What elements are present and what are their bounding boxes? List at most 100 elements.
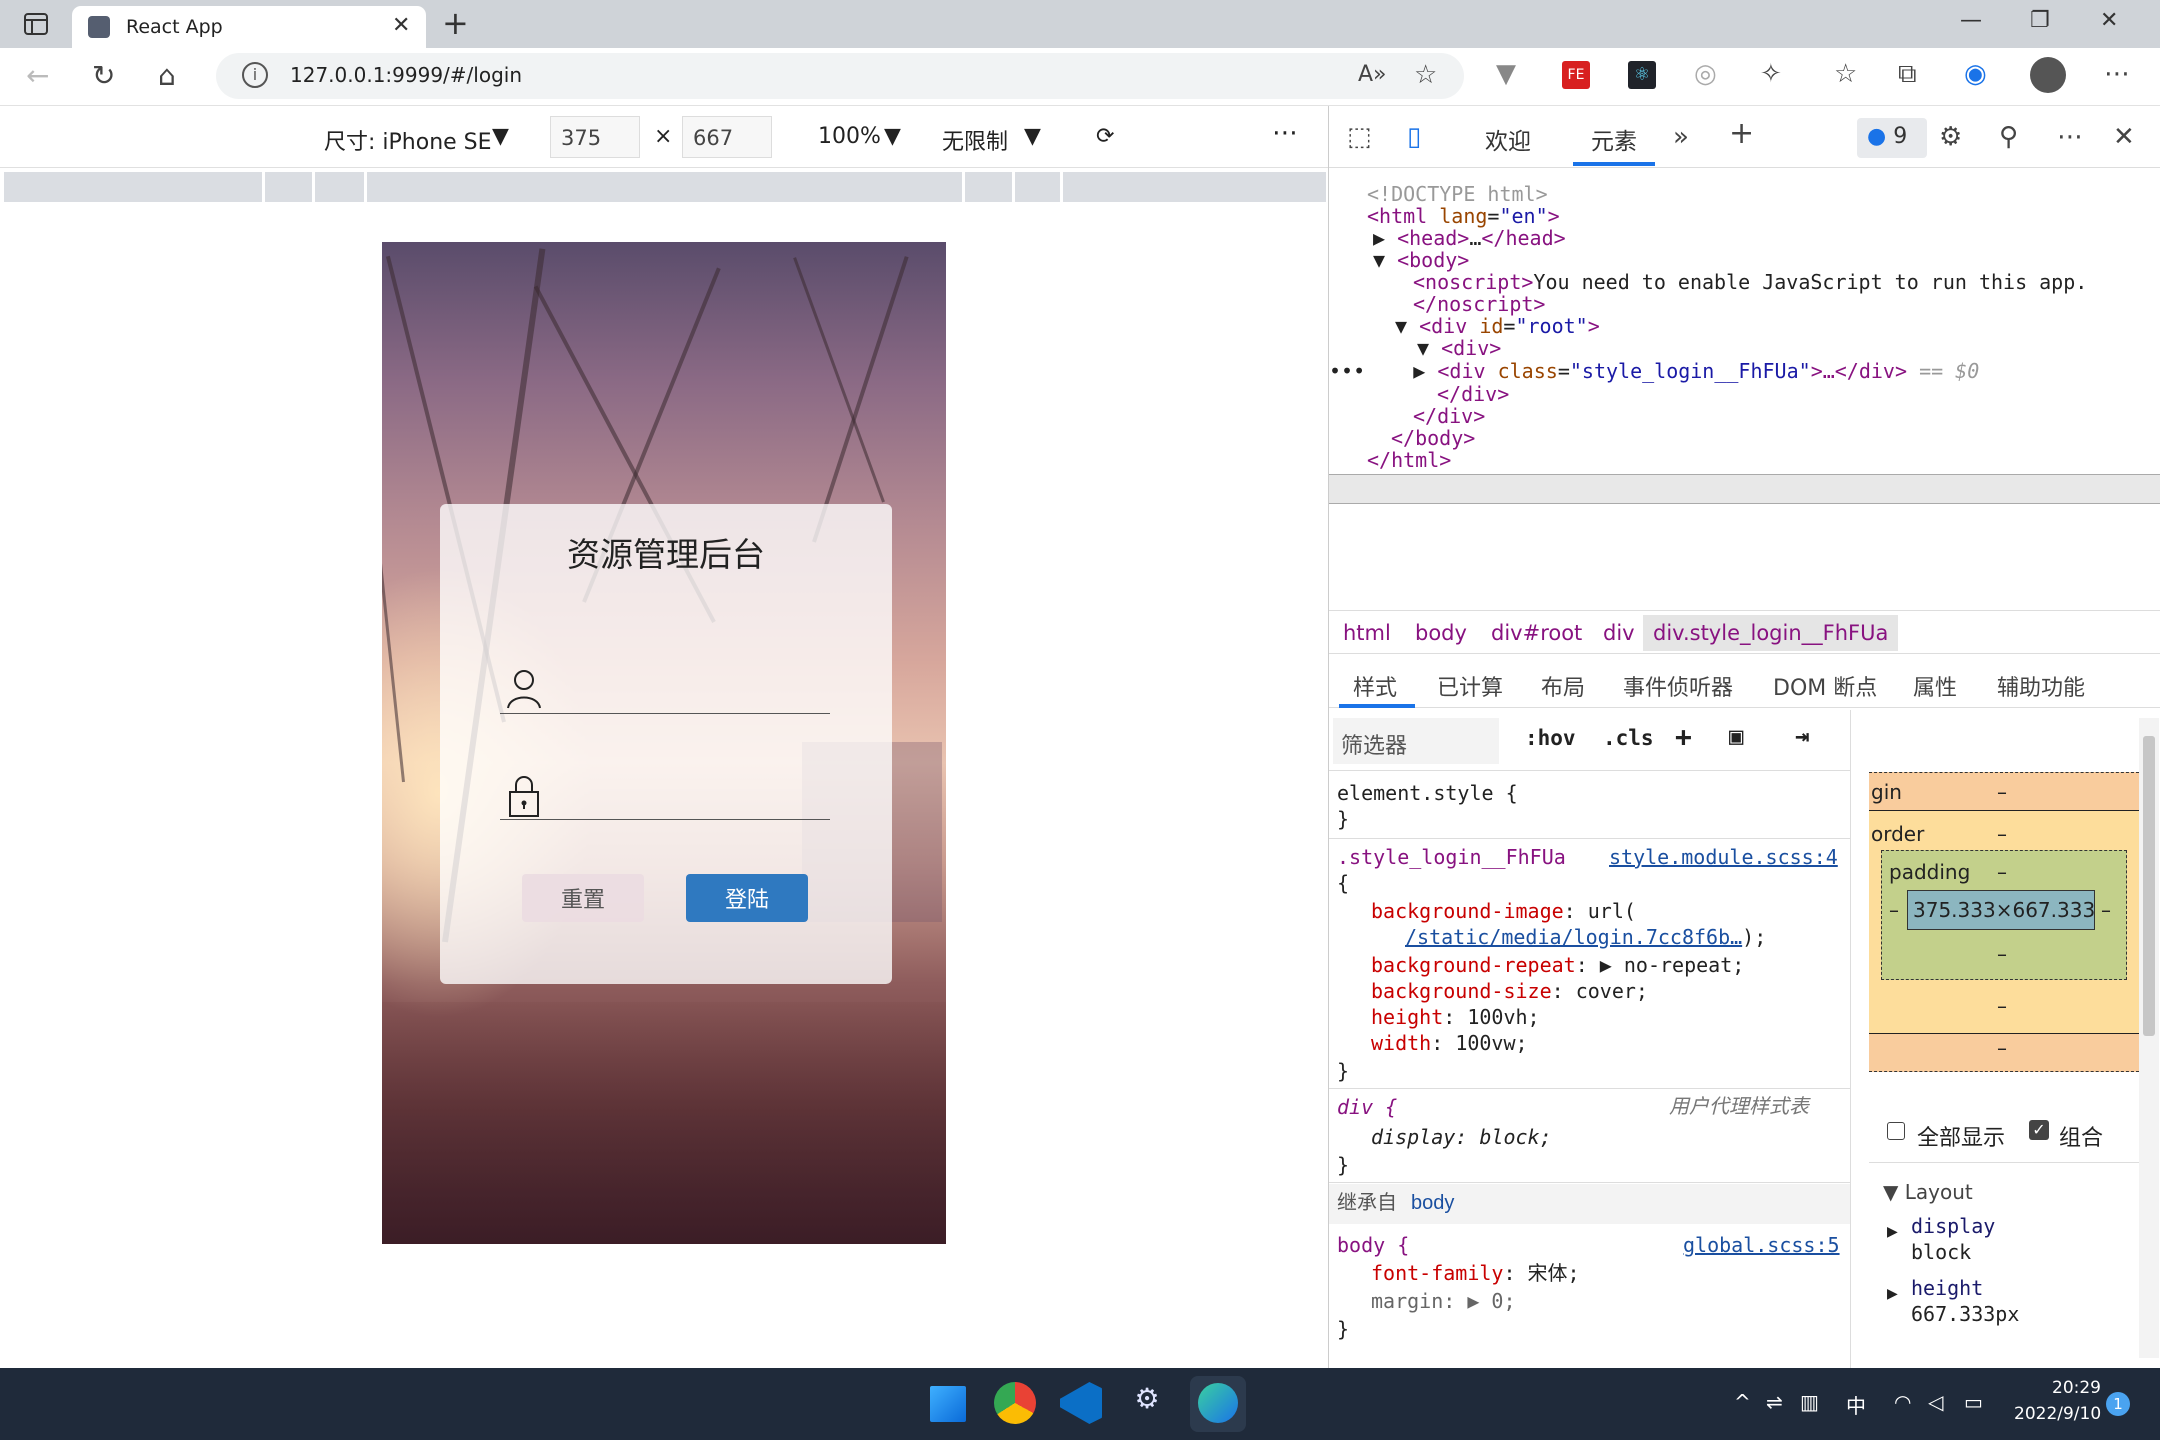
start-icon[interactable] xyxy=(930,1386,966,1422)
battery-icon[interactable]: ▭ xyxy=(1964,1390,1983,1414)
tray-app-icon[interactable]: ⇌ xyxy=(1766,1390,1783,1414)
css-declaration[interactable]: height: 100vh; xyxy=(1371,1004,1540,1031)
notification-badge[interactable]: 1 xyxy=(2106,1392,2130,1416)
breadcrumb-item-active[interactable]: div.style_login__FhFUa xyxy=(1643,615,1899,651)
tab-actions-icon[interactable] xyxy=(22,10,52,38)
height-input[interactable]: 667 xyxy=(682,116,772,158)
issues-badge[interactable]: ● 9 xyxy=(1857,118,1927,158)
url-text[interactable]: 127.0.0.1:9999/#/login xyxy=(290,63,522,87)
css-url[interactable]: /static/media/login.7cc8f6b…); xyxy=(1405,924,1766,951)
styles-filter-input[interactable]: 筛选器 xyxy=(1333,718,1499,764)
wifi-icon[interactable]: ◠ xyxy=(1894,1390,1911,1414)
media-query-bar[interactable] xyxy=(4,172,1326,202)
subtab-styles[interactable]: 样式 xyxy=(1353,670,1397,702)
clock-time[interactable]: 20:29 xyxy=(2052,1378,2101,1398)
device-emulation-icon[interactable]: ▯ xyxy=(1407,122,1421,152)
paint-icon[interactable]: ▣ xyxy=(1729,722,1743,750)
extension-v-icon[interactable]: ▼ xyxy=(1496,59,1516,89)
favorite-add-icon[interactable]: ☆ xyxy=(1414,60,1437,90)
close-devtools-icon[interactable]: ✕ xyxy=(2113,122,2135,152)
breadcrumb-item[interactable]: html xyxy=(1343,621,1391,645)
hover-toggle[interactable]: :hov xyxy=(1525,726,1576,750)
subtab-layout[interactable]: 布局 xyxy=(1541,670,1585,702)
expand-icon[interactable]: ▶ xyxy=(1887,1286,1898,1302)
dom-line[interactable]: </html> xyxy=(1367,446,1451,474)
body-source-link[interactable]: global.scss:5 xyxy=(1683,1232,1840,1259)
css-declaration[interactable]: width: 100vw; xyxy=(1371,1030,1528,1057)
ime-indicator[interactable]: 中 xyxy=(1846,1390,1866,1419)
css-declaration[interactable]: font-family: 宋体; xyxy=(1371,1260,1580,1287)
rotate-icon[interactable]: ⟳ xyxy=(1096,124,1114,149)
password-field[interactable] xyxy=(500,770,830,820)
close-window-icon[interactable]: ✕ xyxy=(2100,8,2118,33)
restore-icon[interactable]: ❐ xyxy=(2030,8,2050,33)
vscode-icon[interactable] xyxy=(1060,1382,1102,1424)
close-tab-icon[interactable]: ✕ xyxy=(392,13,410,38)
login-button[interactable]: 登陆 xyxy=(686,874,808,922)
tray-chevron-icon[interactable]: ^ xyxy=(1734,1390,1751,1414)
edge-bar-icon[interactable]: ◉ xyxy=(1964,59,1987,89)
toggle-sidebar-icon[interactable]: ⇥ xyxy=(1795,722,1809,750)
browser-tab[interactable]: React App ✕ xyxy=(72,6,426,48)
device-select[interactable]: 尺寸: iPhone SE xyxy=(324,124,492,156)
reset-button[interactable]: 重置 xyxy=(522,874,644,922)
address-bar[interactable]: i 127.0.0.1:9999/#/login A» ☆ xyxy=(216,53,1464,99)
collections-icon[interactable]: ⧉ xyxy=(1898,59,1917,90)
class-toggle[interactable]: .cls xyxy=(1603,726,1654,750)
more-tabs-icon[interactable]: » xyxy=(1673,122,1689,152)
zoom-chevron-icon[interactable]: ▼ xyxy=(884,124,901,149)
css-declaration[interactable]: background-image: url( xyxy=(1371,898,1636,925)
edge-taskbar-button[interactable] xyxy=(1190,1376,1246,1432)
info-icon[interactable]: i xyxy=(242,62,268,88)
throttle-chevron-icon[interactable]: ▼ xyxy=(1024,124,1041,149)
volume-icon[interactable]: ◁ xyxy=(1928,1390,1943,1414)
css-declaration[interactable]: margin: ▶ 0; xyxy=(1371,1288,1516,1315)
tab-elements[interactable]: 元素 xyxy=(1591,122,1637,156)
css-declaration[interactable]: background-repeat: ▶ no-repeat; xyxy=(1371,952,1744,979)
app-icon[interactable]: ⚙ xyxy=(1126,1382,1168,1424)
content-size[interactable]: 375.333×667.333 xyxy=(1913,898,2095,922)
rule-selector[interactable]: .style_login__FhFUa xyxy=(1337,844,1566,871)
subtab-event-listeners[interactable]: 事件侦听器 xyxy=(1623,670,1733,702)
new-rule-icon[interactable]: + xyxy=(1675,720,1692,753)
extensions-icon[interactable]: ✧ xyxy=(1760,59,1782,89)
home-icon[interactable]: ⌂ xyxy=(158,59,176,92)
tab-welcome[interactable]: 欢迎 xyxy=(1485,122,1531,156)
minimize-icon[interactable]: — xyxy=(1960,8,1982,33)
subtab-computed[interactable]: 已计算 xyxy=(1437,670,1503,702)
css-declaration[interactable]: display: block; xyxy=(1371,1124,1552,1151)
element-style-rule[interactable]: element.style { xyxy=(1337,780,1518,807)
body-rule-selector[interactable]: body { xyxy=(1337,1232,1409,1259)
boxmodel-scrollbar[interactable] xyxy=(2139,718,2159,1358)
rule-source-link[interactable]: style.module.scss:4 xyxy=(1609,844,1838,871)
device-chevron-icon[interactable]: ▼ xyxy=(492,124,509,149)
extension-fe-icon[interactable]: FE xyxy=(1562,61,1590,89)
subtab-dom-breakpoints[interactable]: DOM 断点 xyxy=(1773,670,1877,702)
breadcrumb-item[interactable]: div xyxy=(1603,621,1635,645)
settings-icon[interactable]: ⚙ xyxy=(1939,122,1962,152)
dom-line-selected[interactable]: ••• ▶ <div class="style_login__FhFUa">…<… xyxy=(1329,357,1979,385)
profile-avatar[interactable] xyxy=(2030,57,2066,93)
layout-section-title[interactable]: ▼ Layout xyxy=(1883,1180,1973,1204)
device-more-icon[interactable]: ⋯ xyxy=(1272,118,1298,148)
zoom-select[interactable]: 100% xyxy=(818,124,881,149)
subtab-accessibility[interactable]: 辅助功能 xyxy=(1997,670,2085,702)
inspect-icon[interactable]: ⬚ xyxy=(1347,122,1372,152)
css-declaration[interactable]: background-size: cover; xyxy=(1371,978,1648,1005)
back-icon[interactable]: ← xyxy=(26,59,49,92)
settings-more-icon[interactable]: ⋯ xyxy=(2104,59,2130,89)
show-all-checkbox[interactable] xyxy=(1887,1122,1905,1140)
ua-rule-selector[interactable]: div { xyxy=(1337,1094,1397,1121)
extension-circle-icon[interactable]: ◎ xyxy=(1694,59,1717,89)
group-checkbox[interactable]: ✓ xyxy=(2029,1120,2049,1140)
breadcrumb-item[interactable]: body xyxy=(1415,621,1467,645)
subtab-properties[interactable]: 属性 xyxy=(1913,670,1957,702)
read-aloud-icon[interactable]: A» xyxy=(1358,62,1387,87)
tray-app2-icon[interactable]: ▥ xyxy=(1800,1390,1819,1414)
customize-icon[interactable]: ⚲ xyxy=(1999,122,2018,152)
refresh-icon[interactable]: ↻ xyxy=(92,59,115,92)
throttle-select[interactable]: 无限制 xyxy=(942,124,1008,156)
favorites-icon[interactable]: ☆ xyxy=(1834,59,1857,89)
username-field[interactable] xyxy=(500,664,830,714)
devtools-more-icon[interactable]: ⋯ xyxy=(2057,122,2083,152)
